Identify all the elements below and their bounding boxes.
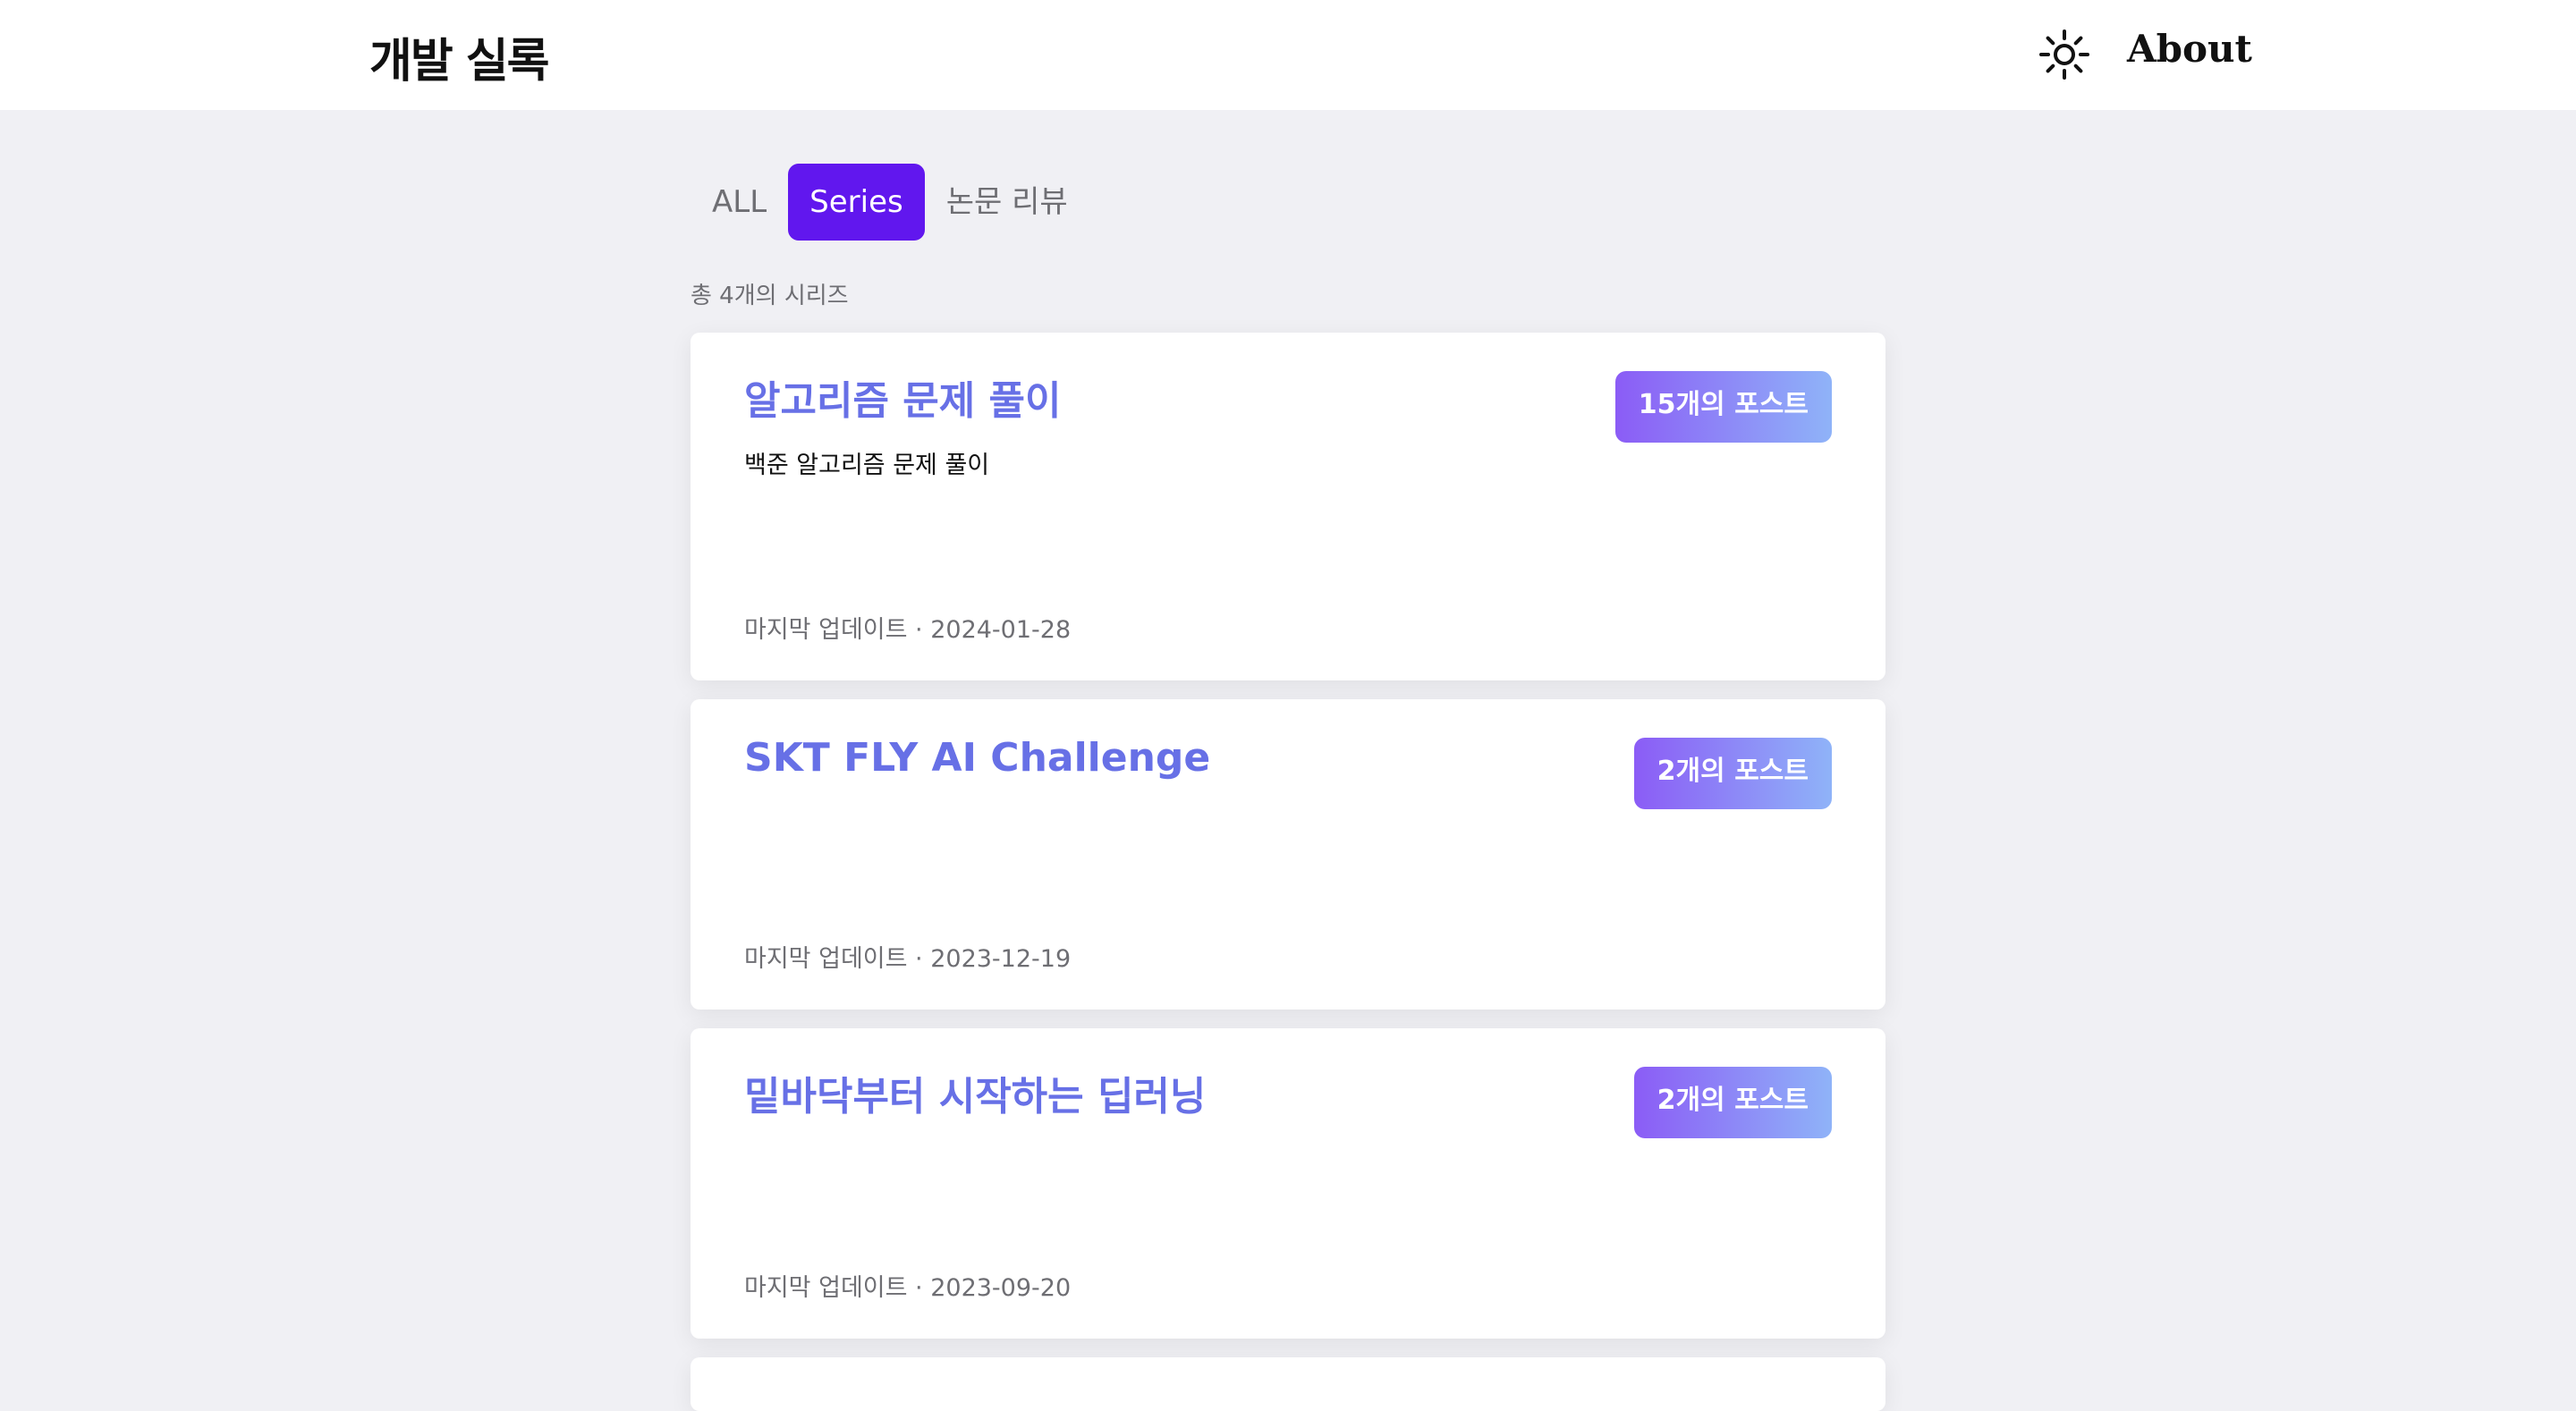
sun-icon — [2039, 30, 2089, 80]
top-navbar: 개발 실록 About — [0, 0, 2576, 110]
site-logo[interactable]: 개발 실록 — [369, 23, 549, 90]
series-title[interactable]: SKT FLY AI Challenge — [744, 735, 1210, 781]
series-count-summary: 총 4개의 시리즈 — [691, 283, 849, 309]
last-updated: 마지막 업데이트 · 2023-09-20 — [744, 1274, 1072, 1302]
category-tabs: ALL Series 논문 리뷰 — [691, 164, 1089, 241]
series-title[interactable]: 밑바닥부터 시작하는 딥러닝 — [744, 1064, 1206, 1121]
about-link[interactable]: About — [2127, 27, 2252, 71]
last-updated: 마지막 업데이트 · 2024-01-28 — [744, 616, 1072, 644]
post-count-badge: 15개의 포스트 — [1614, 371, 1832, 443]
series-card[interactable] — [691, 1357, 1885, 1411]
series-title[interactable]: 알고리즘 문제 풀이 — [744, 368, 1061, 426]
post-count-badge: 2개의 포스트 — [1633, 1067, 1832, 1138]
tab-paper-review[interactable]: 논문 리뷰 — [925, 164, 1089, 241]
series-card[interactable]: SKT FLY AI Challenge 2개의 포스트 마지막 업데이트 · … — [691, 699, 1885, 1010]
post-count-badge: 2개의 포스트 — [1633, 738, 1832, 809]
tab-series[interactable]: Series — [788, 164, 925, 241]
series-card[interactable]: 밑바닥부터 시작하는 딥러닝 2개의 포스트 마지막 업데이트 · 2023-0… — [691, 1028, 1885, 1339]
last-updated: 마지막 업데이트 · 2023-12-19 — [744, 945, 1072, 973]
series-card[interactable]: 알고리즘 문제 풀이 15개의 포스트 백준 알고리즘 문제 풀이 마지막 업데… — [691, 333, 1885, 680]
tab-all[interactable]: ALL — [691, 164, 788, 241]
series-description: 백준 알고리즘 문제 풀이 — [744, 452, 990, 479]
theme-toggle-button[interactable] — [2038, 28, 2091, 81]
